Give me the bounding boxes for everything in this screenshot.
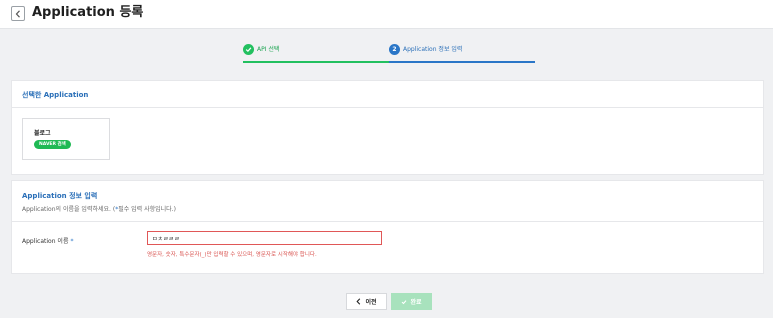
application-info-section: Application 정보 입력 Application의 이름을 입력하세요… <box>11 180 764 274</box>
top-bar: Application 등록 <box>0 0 773 29</box>
prev-button-label: 이전 <box>365 299 377 306</box>
step-number-badge: 2 <box>389 44 400 55</box>
description-suffix: 필수 입력 사항입니다.) <box>118 206 176 213</box>
step-api-select: API 선택 <box>243 44 389 63</box>
step-label: Application 정보 입력 <box>403 46 463 53</box>
back-button[interactable] <box>11 6 25 21</box>
application-tile: 블로그 NAVER 검색 <box>22 118 110 160</box>
chevron-left-icon <box>15 9 20 18</box>
selected-application-section: 선택한 Application 블로그 NAVER 검색 <box>11 80 764 175</box>
prev-button[interactable]: 이전 <box>346 293 387 310</box>
section-title: 선택한 Application <box>22 91 89 99</box>
section-header: Application 정보 입력 Application의 이름을 입력하세요… <box>12 181 763 222</box>
application-name-input[interactable] <box>147 231 382 245</box>
step-complete-badge <box>243 44 254 55</box>
section-title: Application 정보 입력 <box>22 192 98 200</box>
page-title: Application 등록 <box>32 5 144 20</box>
section-header: 선택한 Application <box>12 81 763 108</box>
section-description: Application의 이름을 입력하세요. (*필수 입력 사항입니다.) <box>22 204 176 213</box>
description-prefix: Application의 이름을 입력하세요. ( <box>22 206 116 213</box>
check-icon <box>402 299 407 304</box>
done-button[interactable]: 완료 <box>391 293 432 310</box>
step-label: API 선택 <box>257 46 280 53</box>
stepper: API 선택 2 Application 정보 입력 <box>243 44 535 64</box>
chevron-left-icon <box>356 298 361 305</box>
field-label-text: Application 이름 <box>22 238 69 245</box>
validation-error: 영문자, 숫자, 특수문자(_)만 입력할 수 있으며, 영문자로 시작해야 합… <box>147 252 317 258</box>
required-mark: * <box>70 238 74 245</box>
check-icon <box>245 47 252 53</box>
api-badge: NAVER 검색 <box>34 140 71 149</box>
application-name-label: Application 이름 * <box>22 236 73 245</box>
application-name: 블로그 <box>34 130 51 137</box>
done-button-label: 완료 <box>410 299 422 306</box>
step-app-info: 2 Application 정보 입력 <box>389 44 535 63</box>
